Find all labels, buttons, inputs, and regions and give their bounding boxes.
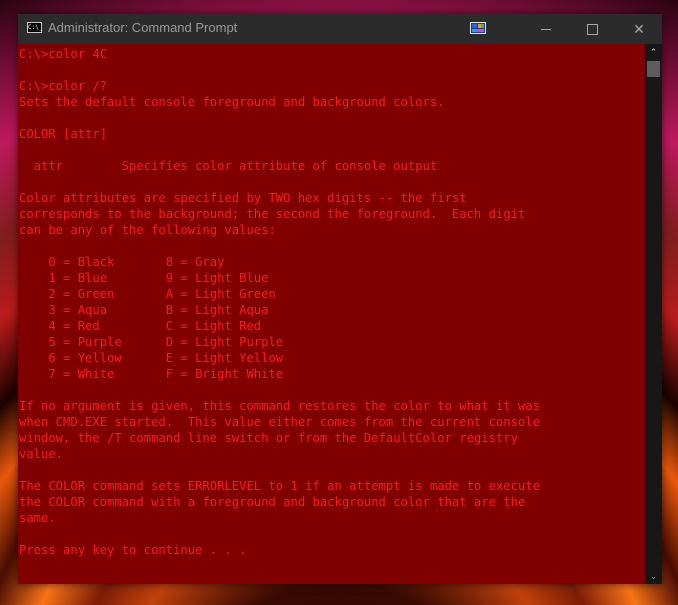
minimize-icon bbox=[541, 28, 551, 30]
window-title: Administrator: Command Prompt bbox=[48, 20, 238, 35]
console-output[interactable]: C:\>color 4C C:\>color /? Sets the defau… bbox=[18, 44, 645, 584]
cmd-icon[interactable]: C:\_ bbox=[27, 22, 42, 33]
console-line: Sets the default console foreground and … bbox=[19, 95, 445, 109]
console-line: the COLOR command with a foreground and … bbox=[19, 495, 526, 509]
scrollbar-thumb[interactable] bbox=[647, 61, 660, 77]
console-line: 1 = Blue 9 = Light Blue bbox=[19, 271, 269, 285]
console-line: 2 = Green A = Light Green bbox=[19, 287, 276, 301]
console-line: 3 = Aqua B = Light Aqua bbox=[19, 303, 269, 317]
scroll-up-arrow-icon[interactable]: ⌃ bbox=[645, 44, 662, 60]
title-bar[interactable]: C:\_ Administrator: Command Prompt ✕ bbox=[18, 14, 662, 44]
console-line: value. bbox=[19, 447, 64, 461]
scroll-down-arrow-icon[interactable]: ⌄ bbox=[645, 568, 662, 584]
maximize-button[interactable] bbox=[569, 14, 615, 44]
console-line: 6 = Yellow E = Light Yellow bbox=[19, 351, 284, 365]
console-line: attr Specifies color attribute of consol… bbox=[19, 159, 438, 173]
console-line: 4 = Red C = Light Red bbox=[19, 319, 262, 333]
close-button[interactable]: ✕ bbox=[616, 14, 662, 44]
console-line: If no argument is given, this command re… bbox=[19, 399, 540, 413]
console-line: can be any of the following values: bbox=[19, 223, 276, 237]
console-line: COLOR [attr] bbox=[19, 127, 108, 141]
console-text: C:\>color 4C C:\>color /? Sets the defau… bbox=[18, 44, 645, 558]
console-line: 0 = Black 8 = Gray bbox=[19, 255, 225, 269]
console-line: 7 = White F = Bright White bbox=[19, 367, 284, 381]
console-line: The COLOR command sets ERRORLEVEL to 1 i… bbox=[19, 479, 540, 493]
console-line: Press any key to continue . . . bbox=[19, 543, 247, 557]
console-line: Color attributes are specified by TWO he… bbox=[19, 191, 467, 205]
console-line: same. bbox=[19, 511, 56, 525]
console-line: C:\>color /? bbox=[19, 79, 108, 93]
maximize-icon bbox=[586, 23, 598, 35]
console-line: when CMD.EXE started. This value either … bbox=[19, 415, 540, 429]
console-line: window, the /T command line switch or fr… bbox=[19, 431, 518, 445]
command-prompt-window: C:\_ Administrator: Command Prompt ✕ C:\… bbox=[18, 14, 662, 584]
close-icon: ✕ bbox=[633, 20, 645, 37]
console-line: corresponds to the background; the secon… bbox=[19, 207, 526, 221]
console-line: C:\>color 4C bbox=[19, 47, 108, 61]
vertical-scrollbar[interactable]: ⌃ ⌄ bbox=[645, 44, 662, 584]
taskbar-tile-icon[interactable] bbox=[470, 22, 486, 34]
minimize-button[interactable] bbox=[523, 14, 569, 44]
console-line: 5 = Purple D = Light Purple bbox=[19, 335, 284, 349]
